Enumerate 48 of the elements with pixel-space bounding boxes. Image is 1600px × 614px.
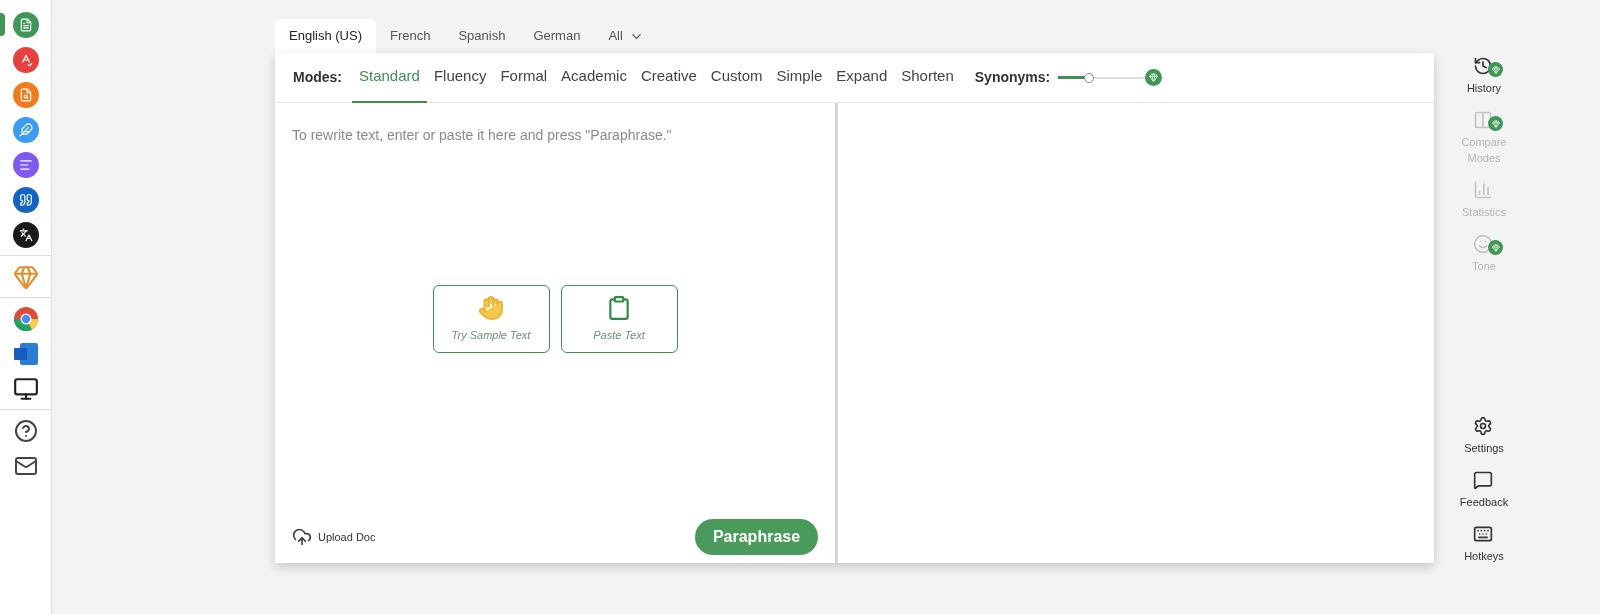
summarizer-app-icon[interactable] <box>12 151 39 178</box>
mode-tab[interactable]: Standard <box>352 52 427 103</box>
plagiarism-app-icon[interactable] <box>12 81 39 108</box>
mode-tab[interactable]: Formal <box>493 52 555 103</box>
statistics-icon <box>1473 180 1493 200</box>
browser-logo-icon[interactable] <box>12 305 39 332</box>
settings-tool-button[interactable]: Settings <box>1439 416 1529 456</box>
slider-thumb[interactable] <box>1084 72 1095 83</box>
diamond-icon[interactable] <box>12 263 39 290</box>
translator-app-icon[interactable] <box>12 221 39 248</box>
premium-badge <box>1145 68 1163 86</box>
mode-tab[interactable]: Fluency <box>426 52 494 103</box>
hotkeys-icon <box>1473 524 1493 544</box>
clipboard-icon <box>606 294 632 321</box>
citation-app-icon[interactable] <box>12 186 39 213</box>
waving-hand-icon <box>478 294 504 321</box>
mode-tab[interactable]: Creative <box>633 52 704 103</box>
input-text-field[interactable]: To rewrite text, enter or paste it here and press "Paraphrase." <box>292 125 818 275</box>
compare-icon <box>1473 110 1493 130</box>
cowriter-app-icon[interactable] <box>12 116 39 143</box>
modes-label: Modes: <box>293 68 342 87</box>
try-sample-button[interactable]: Try Sample Text <box>432 285 550 353</box>
language-tab[interactable]: German <box>519 19 595 53</box>
mode-tab[interactable]: Simple <box>769 52 830 103</box>
mode-tab[interactable]: Academic <box>554 52 634 103</box>
hotkeys-tool-button[interactable]: Hotkeys <box>1439 524 1529 564</box>
settings-icon <box>1473 416 1493 436</box>
feedback-icon <box>1473 470 1493 490</box>
history-icon <box>1473 56 1493 76</box>
history-tool-button[interactable]: History <box>1439 56 1529 96</box>
upload-doc-button[interactable]: Upload Doc <box>292 527 376 547</box>
mode-tab[interactable]: Shorten <box>894 52 961 103</box>
synonyms-label: Synonyms: <box>974 68 1051 87</box>
language-tab[interactable]: Spanish <box>444 19 520 53</box>
paraphraser-app-icon[interactable] <box>12 11 39 38</box>
grammar-app-icon[interactable] <box>12 46 39 73</box>
tone-icon <box>1473 234 1493 254</box>
help-icon[interactable] <box>13 418 38 443</box>
language-tab[interactable]: French <box>375 19 445 53</box>
language-tab[interactable]: All <box>594 19 658 53</box>
upload-cloud-icon <box>292 527 312 547</box>
mode-tab[interactable]: Custom <box>703 52 770 103</box>
language-tab[interactable]: English (US) <box>275 19 376 53</box>
paste-text-button[interactable]: Paste Text <box>560 285 678 353</box>
mode-tab[interactable]: Expand <box>829 52 895 103</box>
synonyms-slider[interactable] <box>1058 68 1163 87</box>
feedback-tool-button[interactable]: Feedback <box>1439 470 1529 510</box>
monitor-icon[interactable] <box>12 375 39 402</box>
